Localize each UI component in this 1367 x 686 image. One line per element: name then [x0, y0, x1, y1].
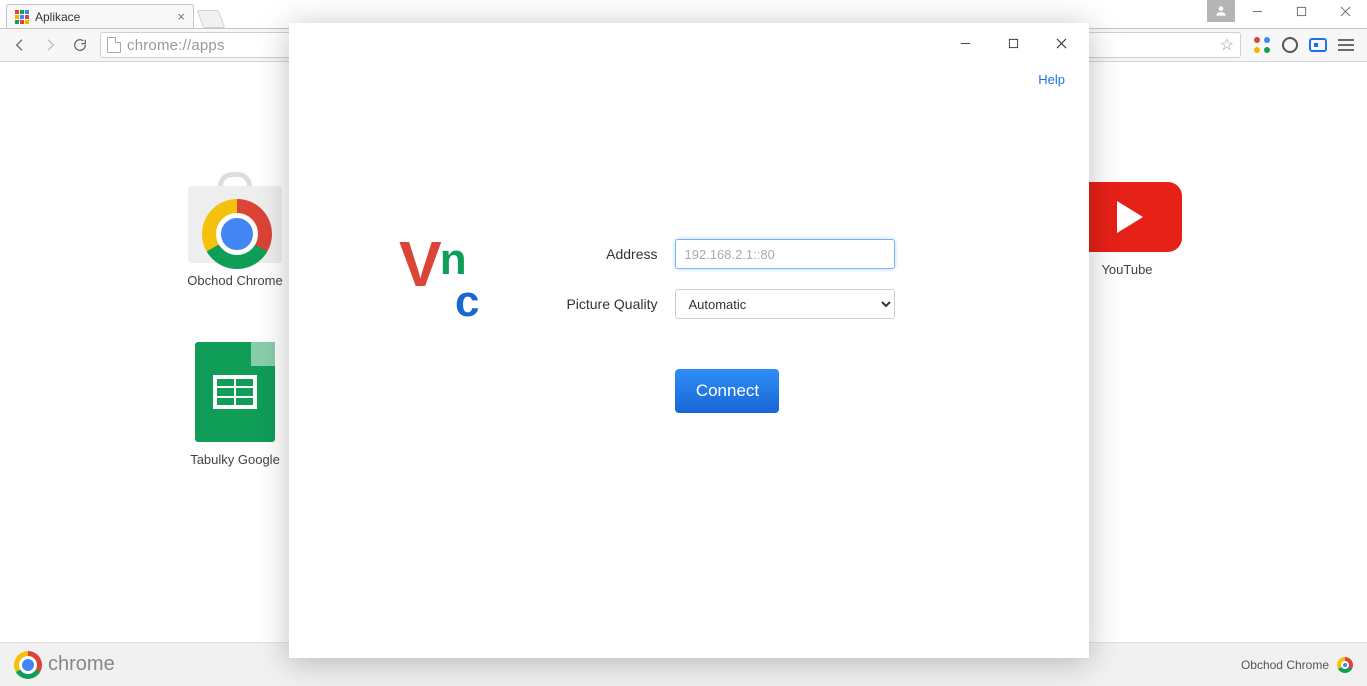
os-close-button[interactable]: [1323, 0, 1367, 22]
dialog-maximize-button[interactable]: [991, 28, 1035, 58]
chrome-brand-text: chrome: [48, 653, 115, 676]
dialog-help-row: Help: [289, 63, 1089, 89]
dialog-close-button[interactable]: [1039, 28, 1083, 58]
menu-button[interactable]: [1337, 36, 1355, 54]
apps-favicon: [15, 10, 29, 24]
extension-icon-2[interactable]: [1281, 36, 1299, 54]
app-label: Obchod Chrome: [165, 273, 305, 288]
extension-icon-3[interactable]: [1309, 36, 1327, 54]
extension-icons: [1247, 36, 1361, 54]
chrome-mini-icon: [1337, 657, 1353, 673]
help-link[interactable]: Help: [1038, 72, 1065, 87]
vnc-dialog-window: Help Vnc Address Picture Quality Automat…: [289, 23, 1089, 658]
chrome-store-icon: [180, 168, 290, 263]
dialog-minimize-button[interactable]: [943, 28, 987, 58]
quality-label: Picture Quality: [537, 296, 657, 312]
app-tile-google-sheets[interactable]: Tabulky Google: [165, 342, 305, 467]
os-user-avatar[interactable]: [1207, 0, 1235, 22]
url-text: chrome://apps: [127, 37, 225, 54]
browser-tab[interactable]: Aplikace ×: [6, 4, 194, 28]
bookmark-star-icon[interactable]: ☆: [1220, 35, 1234, 55]
dialog-body: Vnc Address Picture Quality Automatic Co…: [289, 89, 1089, 413]
reload-button[interactable]: [66, 31, 94, 59]
vnc-logo: Vnc: [399, 239, 477, 413]
new-tab-button[interactable]: [197, 10, 226, 28]
os-window-controls: [1207, 0, 1367, 22]
quality-select[interactable]: Automatic: [675, 289, 895, 319]
tab-close-icon[interactable]: ×: [177, 9, 185, 24]
address-label: Address: [537, 246, 657, 262]
sheets-icon: [195, 342, 275, 442]
back-button[interactable]: [6, 31, 34, 59]
extension-icon-1[interactable]: [1253, 36, 1271, 54]
connection-form: Address Picture Quality Automatic Connec…: [537, 239, 1009, 413]
app-tile-chrome-store[interactable]: Obchod Chrome: [165, 168, 305, 288]
forward-button[interactable]: [36, 31, 64, 59]
dialog-titlebar: [289, 23, 1089, 63]
chrome-logo-icon: [14, 651, 42, 679]
os-minimize-button[interactable]: [1235, 0, 1279, 22]
tab-title: Aplikace: [35, 10, 177, 24]
os-maximize-button[interactable]: [1279, 0, 1323, 22]
connect-button[interactable]: Connect: [675, 369, 779, 413]
bottom-store-link[interactable]: Obchod Chrome: [1241, 658, 1329, 672]
address-input[interactable]: [675, 239, 895, 269]
page-icon: [107, 37, 121, 53]
app-label: Tabulky Google: [165, 452, 305, 467]
